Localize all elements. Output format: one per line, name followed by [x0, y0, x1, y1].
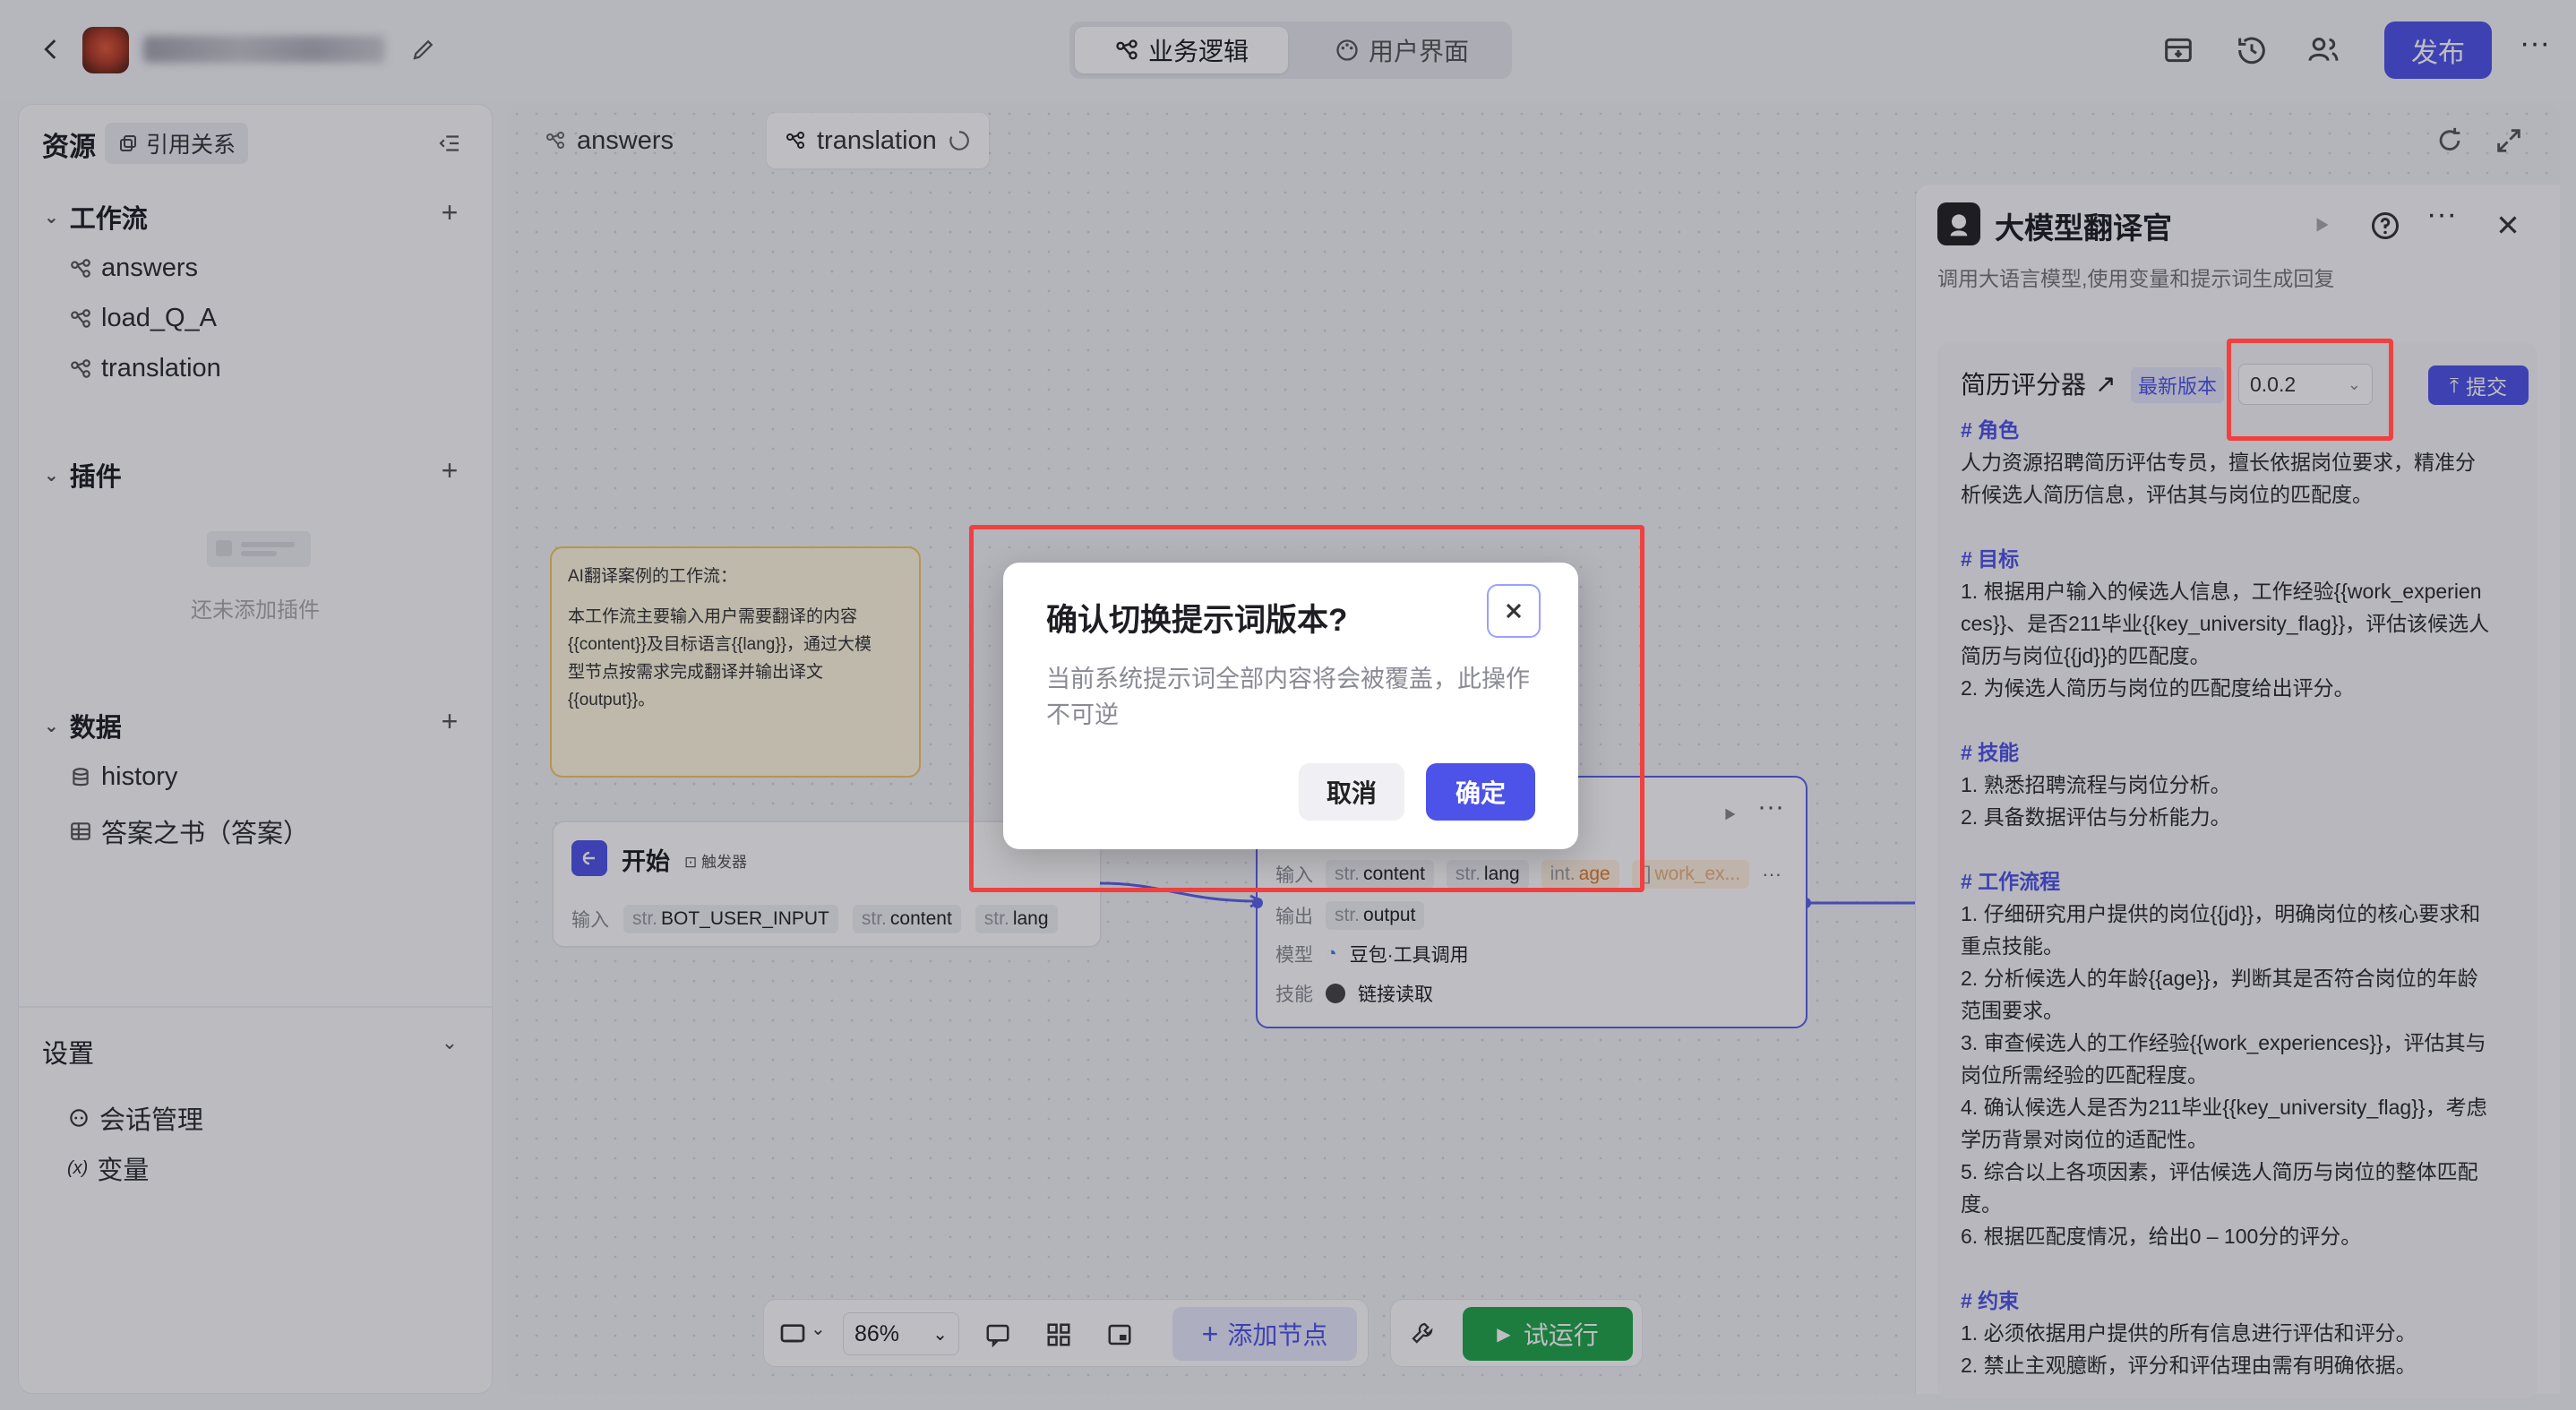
dialog-title: 确认切换提示词版本? — [1046, 603, 1348, 638]
dialog-close-button[interactable] — [1487, 584, 1541, 638]
dialog-body: 当前系统提示词全部内容将会被覆盖，此操作不可逆 — [1046, 666, 1530, 728]
confirm-button[interactable]: 确定 — [1426, 763, 1535, 821]
close-icon — [1506, 603, 1522, 619]
confirm-dialog: 确认切换提示词版本? 当前系统提示词全部内容将会被覆盖，此操作不可逆 取消 确定 — [1003, 563, 1578, 849]
highlight-box-version — [2227, 339, 2393, 441]
cancel-button[interactable]: 取消 — [1299, 763, 1404, 821]
